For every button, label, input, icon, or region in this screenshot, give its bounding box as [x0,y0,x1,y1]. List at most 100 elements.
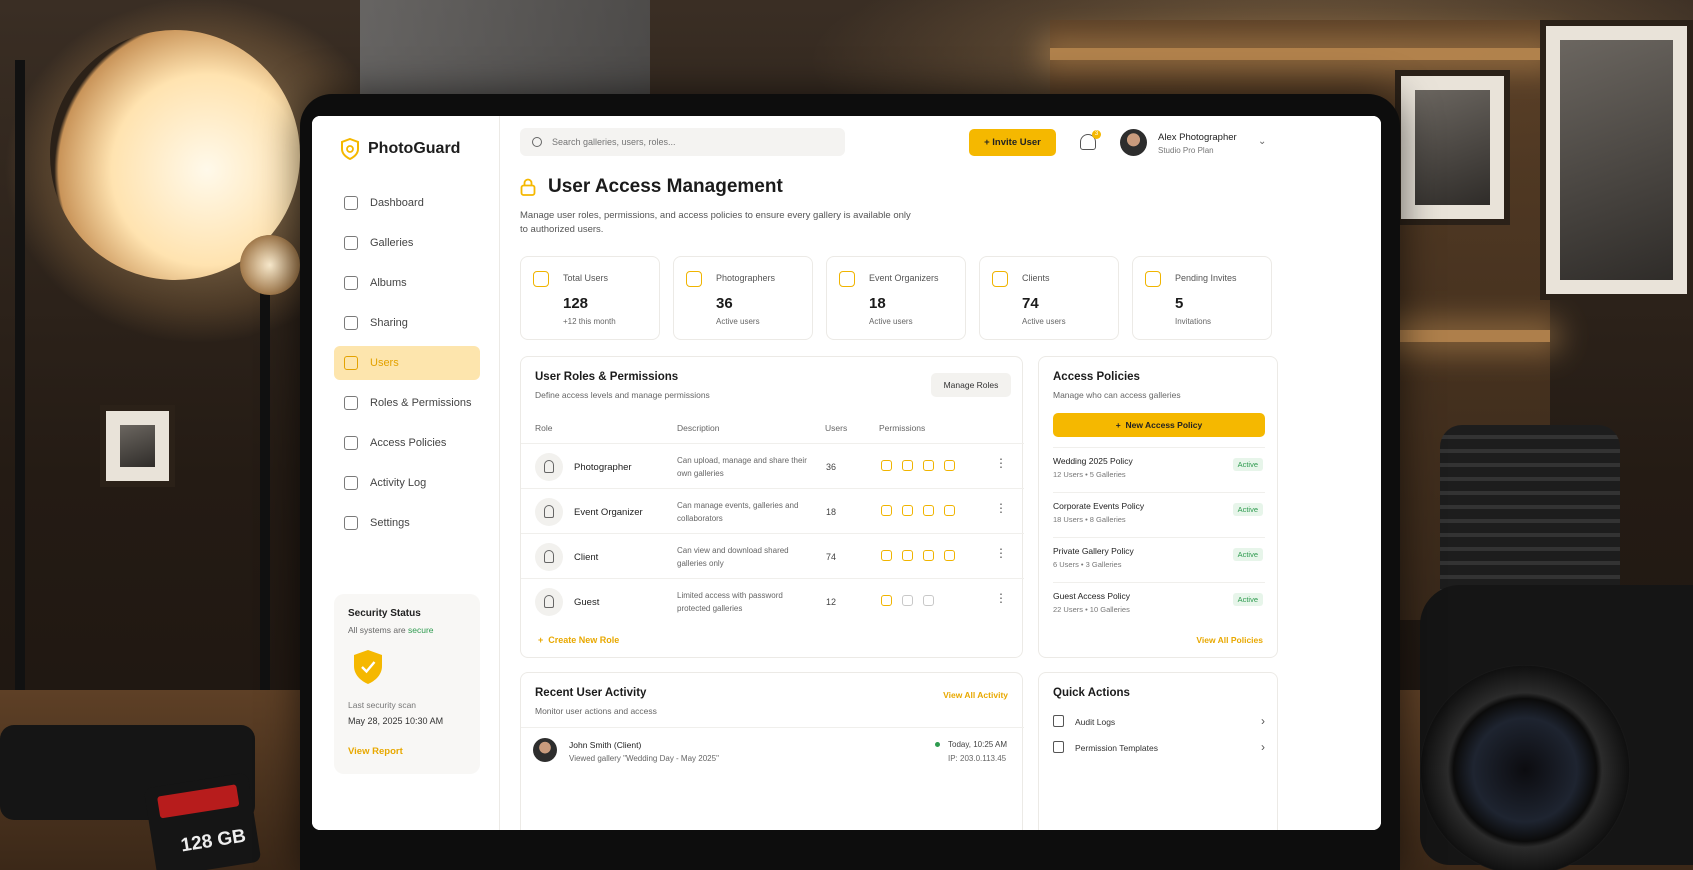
permission-icon [923,460,934,471]
policy-name: Private Gallery Policy [1053,546,1134,556]
sidebar-item-activity-log[interactable]: Activity Log [334,466,480,500]
status-badge: Active [1232,503,1263,516]
status-badge: Active [1232,593,1263,606]
activity-ip: IP: 203.0.113.45 [948,754,1007,763]
users-icon [344,356,358,370]
user-name[interactable]: Alex Photographer [1158,132,1237,143]
recent-activity-card: Recent User Activity Monitor user action… [520,672,1024,830]
sidebar-item-albums[interactable]: Albums [334,266,480,300]
new-access-policy-button[interactable]: + New Access Policy [1053,413,1265,437]
search-bar[interactable] [520,128,845,156]
policy-icon [344,436,358,450]
stat-card[interactable]: Clients 74 Active users [979,256,1119,340]
role-description: Can view and download shared galleries o… [677,546,789,568]
more-icon[interactable]: ⋮ [995,502,1007,514]
role-description: Can manage events, galleries and collabo… [677,501,799,523]
sidebar-item-label: Activity Log [370,477,427,489]
chevron-right-icon: › [1261,714,1265,728]
stat-sub: Invitations [1175,317,1212,326]
manage-roles-button[interactable]: Manage Roles [931,373,1011,397]
page-title: User Access Management [520,176,783,198]
sidebar-item-label: Access Policies [370,437,447,449]
more-icon[interactable]: ⋮ [995,457,1007,469]
user-plan: Studio Pro Plan [1158,146,1214,155]
stat-card[interactable]: Photographers 36 Active users [673,256,813,340]
stat-card[interactable]: Event Organizers 18 Active users [826,256,966,340]
quick-action-item[interactable]: Permission Templates › [1053,737,1265,759]
permission-icon [944,460,955,471]
lock-icon [520,178,536,196]
quick-action-item[interactable]: Audit Logs › [1053,711,1265,733]
table-row[interactable]: Photographer Can upload, manage and share… [521,443,1024,488]
app-logo[interactable]: PhotoGuard [340,138,460,160]
invite-user-button[interactable]: + Invite User [969,129,1056,156]
roles-permissions-card: User Roles & Permissions Define access l… [520,356,1024,658]
sidebar-item-sharing[interactable]: Sharing [334,306,480,340]
sidebar-item-label: Galleries [370,237,414,249]
stats-row: Total Users 128 +12 this month Photographer… [520,256,1272,340]
roles-subtitle: Define access levels and manage permissi… [535,390,710,400]
camera-front-lens [1420,665,1630,870]
notification-badge: 3 [1092,130,1101,139]
view-report-link[interactable]: View Report [348,746,466,757]
gear-icon [344,516,358,530]
table-row[interactable]: Client Can view and download shared galle… [521,533,1024,578]
stat-card[interactable]: Pending Invites 5 Invitations [1132,256,1272,340]
col-role: Role [535,423,553,433]
role-users: 74 [826,552,837,562]
activity-row[interactable]: John Smith (Client) Viewed gallery "Wedd… [521,727,1024,777]
avatar [533,738,557,762]
view-all-activity-link[interactable]: View All Activity [943,690,1008,700]
users-icon [839,271,855,287]
avatar[interactable] [1120,129,1147,156]
sidebar-item-access-policies[interactable]: Access Policies [334,426,480,460]
sidebar-item-dashboard[interactable]: Dashboard [334,186,480,220]
sidebar: PhotoGuard Dashboard Galleries Albums Shari… [312,116,500,830]
more-icon[interactable]: ⋮ [995,547,1007,559]
sidebar-item-galleries[interactable]: Galleries [334,226,480,260]
role-permissions [881,460,955,471]
status-badge: Active [1232,458,1263,471]
role-name: Photographer [574,462,632,473]
search-input[interactable] [552,137,812,147]
gallery-icon [344,236,358,250]
users-icon [533,271,549,287]
view-all-policies-link[interactable]: View All Policies [1196,635,1263,645]
sidebar-item-users[interactable]: Users [334,346,480,380]
role-users: 36 [826,462,837,472]
sidebar-item-label: Users [370,357,399,369]
online-dot-icon [935,742,940,747]
users-icon [1145,271,1161,287]
role-permissions [881,505,955,516]
sidebar-item-settings[interactable]: Settings [334,506,480,540]
shelf-light [1050,48,1550,60]
permission-icon [902,505,913,516]
chevron-right-icon: › [1261,740,1265,754]
policy-item[interactable]: Wedding 2025 Policy 12 Users • 5 Gallerie… [1053,447,1265,491]
role-permissions [881,595,934,606]
roles-icon [344,396,358,410]
role-icon [535,543,563,571]
shield-logo-icon [341,138,359,160]
table-row[interactable]: Guest Limited access with password protec… [521,578,1024,623]
quick-action-label: Permission Templates [1075,743,1158,753]
role-icon [535,588,563,616]
sidebar-item-roles-permissions[interactable]: Roles & Permissions [334,386,480,420]
permission-icon [944,505,955,516]
table-row[interactable]: Event Organizer Can manage events, galler… [521,488,1024,533]
stat-card[interactable]: Total Users 128 +12 this month [520,256,660,340]
policy-item[interactable]: Guest Access Policy 22 Users • 10 Galleri… [1053,582,1265,626]
security-status-value: secure [408,625,434,635]
role-name: Event Organizer [574,507,643,518]
create-new-role-link[interactable]: + Create New Role [538,635,619,645]
home-icon [344,196,358,210]
policy-item[interactable]: Corporate Events Policy 18 Users • 8 Gall… [1053,492,1265,536]
permission-icon [881,550,892,561]
security-status-title: Security Status [348,608,421,619]
more-icon[interactable]: ⋮ [995,592,1007,604]
chevron-down-icon[interactable]: ⌄ [1258,136,1266,147]
app-name: PhotoGuard [368,140,461,157]
permission-icon [881,460,892,471]
policy-item[interactable]: Private Gallery Policy 6 Users • 3 Galler… [1053,537,1265,581]
role-name: Guest [574,597,600,608]
